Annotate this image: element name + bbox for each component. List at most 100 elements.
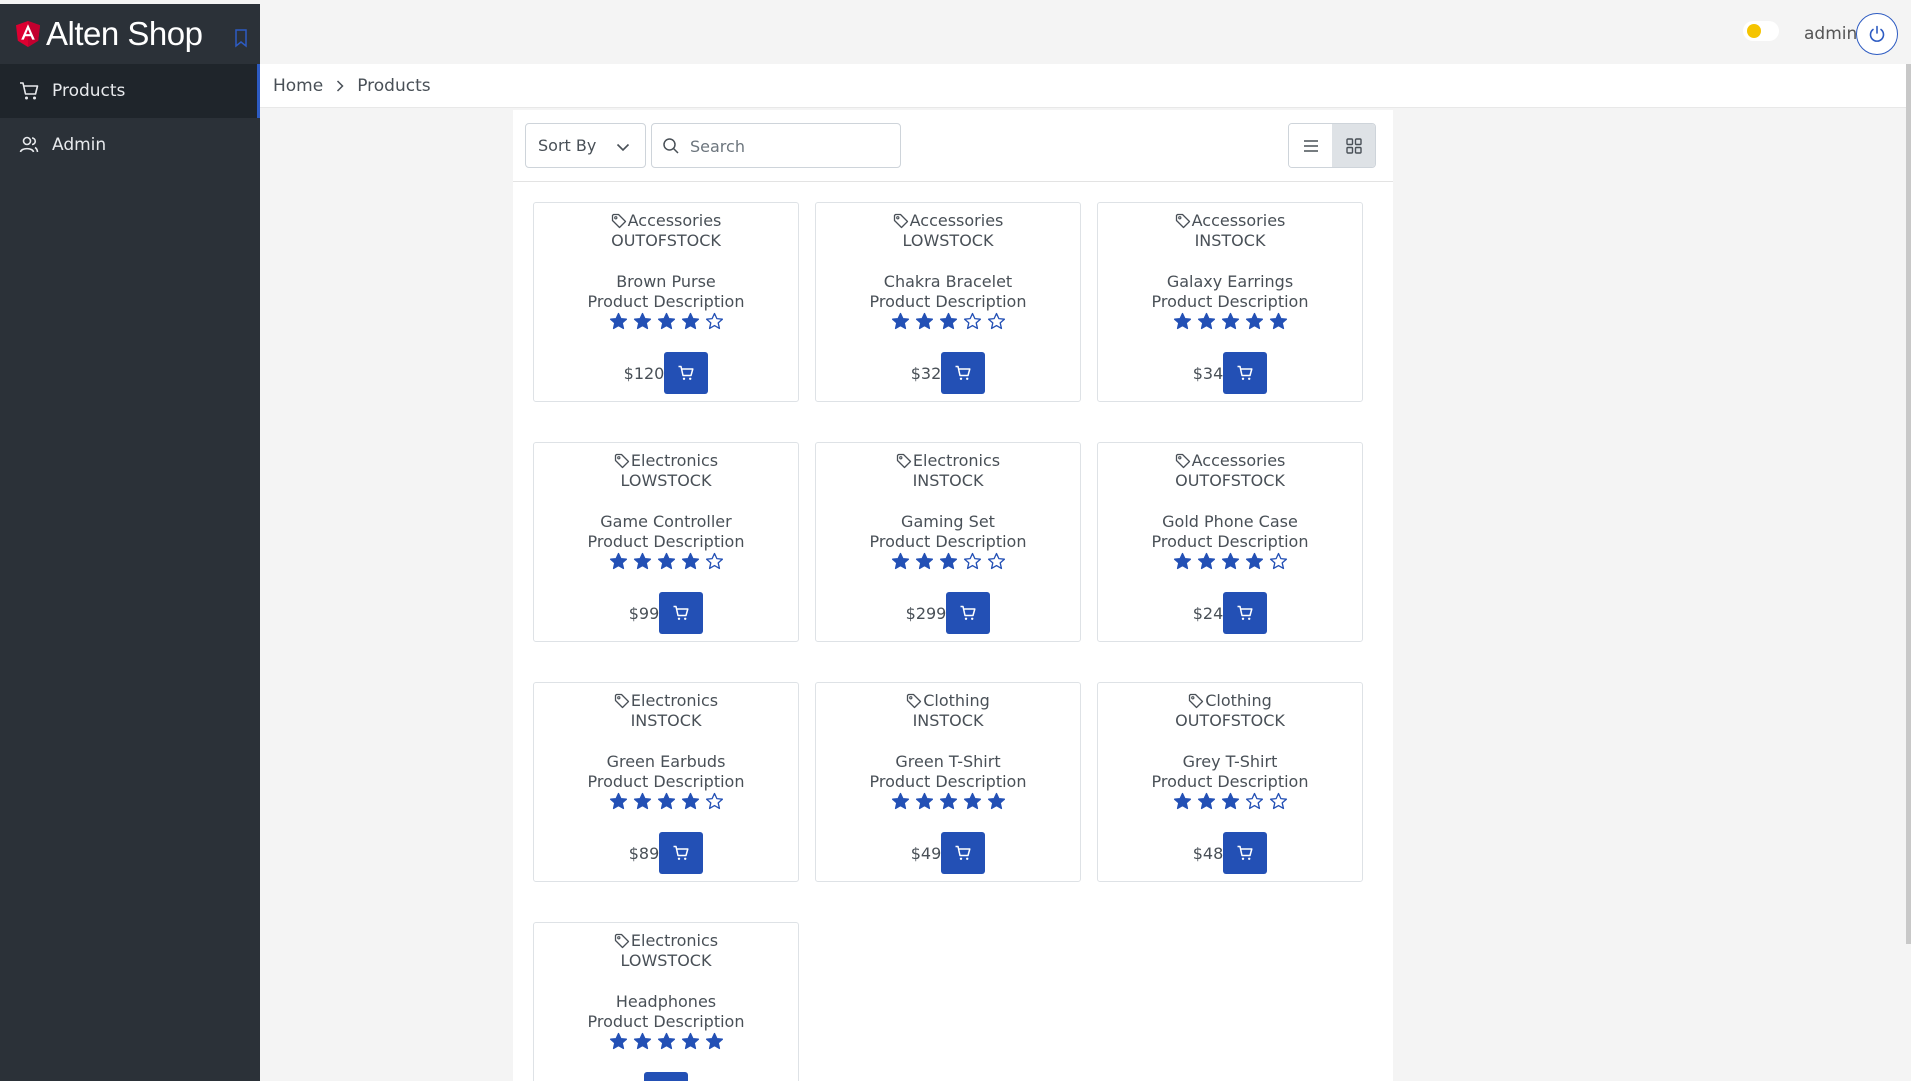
tag-icon — [1175, 213, 1190, 229]
star-empty-icon[interactable] — [1269, 792, 1288, 811]
add-to-cart-button[interactable] — [941, 352, 986, 394]
star-filled-icon[interactable] — [939, 552, 958, 571]
star-filled-icon[interactable] — [1221, 792, 1240, 811]
sidebar-item-admin[interactable]: Admin — [0, 118, 260, 172]
star-filled-icon[interactable] — [1245, 312, 1264, 331]
star-empty-icon[interactable] — [1245, 792, 1264, 811]
star-filled-icon[interactable] — [657, 312, 676, 331]
list-view-button[interactable] — [1289, 124, 1332, 167]
product-footer: $120 — [534, 352, 798, 394]
star-empty-icon[interactable] — [1269, 552, 1288, 571]
grid-view-button[interactable] — [1332, 124, 1375, 167]
star-filled-icon[interactable] — [609, 552, 628, 571]
bookmark-icon[interactable] — [233, 28, 249, 48]
star-filled-icon[interactable] — [609, 792, 628, 811]
product-category: Accessories — [1098, 211, 1362, 231]
star-filled-icon[interactable] — [915, 792, 934, 811]
add-to-cart-button[interactable] — [644, 1072, 688, 1081]
product-name: Headphones — [615, 992, 717, 1011]
product-description: Product Description — [869, 292, 1027, 311]
star-filled-icon[interactable] — [681, 792, 700, 811]
star-filled-icon[interactable] — [1269, 312, 1288, 331]
logout-button[interactable] — [1856, 13, 1898, 55]
star-filled-icon[interactable] — [1173, 552, 1192, 571]
star-filled-icon[interactable] — [657, 792, 676, 811]
star-filled-icon[interactable] — [681, 312, 700, 331]
add-to-cart-button[interactable] — [659, 832, 704, 874]
star-filled-icon[interactable] — [1197, 552, 1216, 571]
star-filled-icon[interactable] — [609, 1032, 628, 1051]
star-filled-icon[interactable] — [633, 312, 652, 331]
star-filled-icon[interactable] — [681, 552, 700, 571]
cart-icon — [20, 82, 39, 100]
star-filled-icon[interactable] — [1173, 792, 1192, 811]
star-filled-icon[interactable] — [657, 1032, 676, 1051]
product-rating — [816, 552, 1080, 571]
add-to-cart-button[interactable] — [1223, 352, 1268, 394]
star-filled-icon[interactable] — [1173, 312, 1192, 331]
star-filled-icon[interactable] — [891, 312, 910, 331]
product-category: Electronics — [816, 451, 1080, 471]
product-category-label: Clothing — [1205, 691, 1272, 710]
star-filled-icon[interactable] — [681, 1032, 700, 1051]
cart-icon — [955, 845, 971, 860]
star-filled-icon[interactable] — [609, 312, 628, 331]
star-filled-icon[interactable] — [1197, 312, 1216, 331]
star-empty-icon[interactable] — [987, 552, 1006, 571]
add-to-cart-button[interactable] — [941, 832, 986, 874]
star-empty-icon[interactable] — [987, 312, 1006, 331]
search-input[interactable] — [690, 134, 890, 158]
star-filled-icon[interactable] — [705, 1032, 724, 1051]
topbar: admin — [260, 4, 1911, 64]
star-filled-icon[interactable] — [633, 1032, 652, 1051]
brand[interactable]: Alten Shop — [0, 4, 260, 64]
star-empty-icon[interactable] — [705, 792, 724, 811]
star-filled-icon[interactable] — [633, 552, 652, 571]
star-filled-icon[interactable] — [891, 792, 910, 811]
star-empty-icon[interactable] — [963, 312, 982, 331]
product-name: Grey T-Shirt — [1182, 752, 1278, 771]
tag-icon — [896, 453, 912, 469]
star-filled-icon[interactable] — [939, 792, 958, 811]
star-filled-icon[interactable] — [987, 792, 1006, 811]
star-filled-icon[interactable] — [1245, 552, 1264, 571]
product-card: Accessories OUTOFSTOCK Gold Phone Case P… — [1097, 442, 1363, 642]
breadcrumb-home[interactable]: Home — [273, 76, 323, 96]
star-filled-icon[interactable] — [915, 552, 934, 571]
star-filled-icon[interactable] — [963, 792, 982, 811]
sidebar-item-products[interactable]: Products — [0, 64, 260, 118]
scrollbar-thumb[interactable] — [1906, 64, 1911, 944]
breadcrumb-products[interactable]: Products — [357, 76, 430, 96]
add-to-cart-button[interactable] — [946, 592, 991, 634]
add-to-cart-button[interactable] — [664, 352, 709, 394]
tag-icon — [1175, 453, 1190, 469]
product-card: Accessories OUTOFSTOCK Brown Purse Produ… — [533, 202, 799, 402]
cart-icon — [960, 605, 976, 620]
add-to-cart-button[interactable] — [1223, 592, 1268, 634]
star-filled-icon[interactable] — [939, 312, 958, 331]
star-filled-icon[interactable] — [1197, 792, 1216, 811]
star-filled-icon[interactable] — [1221, 312, 1240, 331]
product-rating — [1098, 312, 1362, 331]
star-filled-icon[interactable] — [657, 552, 676, 571]
star-filled-icon[interactable] — [891, 552, 910, 571]
add-to-cart-button[interactable] — [659, 592, 704, 634]
add-to-cart-button[interactable] — [1223, 832, 1268, 874]
product-footer: $299 — [816, 592, 1080, 634]
sort-dropdown[interactable]: Sort By — [525, 123, 646, 168]
product-stock-status: OUTOFSTOCK — [1175, 711, 1285, 730]
theme-toggle[interactable] — [1743, 21, 1779, 41]
star-filled-icon[interactable] — [915, 312, 934, 331]
star-filled-icon[interactable] — [1221, 552, 1240, 571]
product-description: Product Description — [869, 772, 1027, 791]
star-empty-icon[interactable] — [705, 552, 724, 571]
sidebar-item-label: Products — [52, 81, 126, 101]
product-description: Product Description — [1151, 292, 1309, 311]
star-empty-icon[interactable] — [963, 552, 982, 571]
product-category: Electronics — [534, 931, 798, 951]
star-empty-icon[interactable] — [705, 312, 724, 331]
product-price: $120 — [623, 363, 665, 383]
product-description: Product Description — [1151, 532, 1309, 551]
tag-icon — [614, 693, 630, 709]
star-filled-icon[interactable] — [633, 792, 652, 811]
